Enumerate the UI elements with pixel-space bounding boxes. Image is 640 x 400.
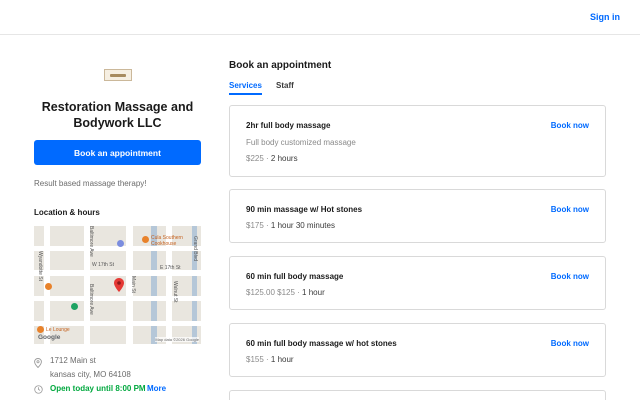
restaurant-icon (142, 236, 149, 243)
map-pin-icon (34, 358, 42, 368)
service-price: $155 · 1 hour (246, 355, 294, 364)
business-tagline: Result based massage therapy! (34, 179, 147, 188)
restaurant-icon (45, 283, 52, 290)
book-appointment-button[interactable]: Book an appointment (34, 140, 201, 165)
appointments-heading: Book an appointment (229, 60, 332, 71)
map-poi-icon (117, 240, 124, 247)
sign-in-link[interactable]: Sign in (590, 12, 620, 22)
map-label-w17: W 17th St (92, 262, 114, 268)
service-name: 90 min massage w/ Hot stones (246, 205, 363, 214)
service-card[interactable]: 2hr full body massage Full body customiz… (229, 105, 606, 177)
map-poi-lounge: Le Lounge (46, 327, 70, 333)
book-now-button[interactable]: Book now (551, 272, 589, 281)
address-line-2: kansas city, MO 64108 (50, 370, 131, 379)
map-road (34, 321, 201, 326)
map-label-walnut: Walnut St (172, 281, 178, 303)
map-attribution: Map data ©2026 Google (155, 337, 199, 342)
map-label-grand: Grand Blvd (192, 236, 198, 262)
map-label-main: Main St (130, 276, 136, 293)
service-card[interactable] (229, 390, 606, 400)
map-label-e17: E 17th St (160, 265, 181, 271)
location-hours-heading: Location & hours (34, 208, 100, 217)
location-map[interactable]: W 17th St E 17th St Main St Baltimore Av… (34, 226, 201, 344)
location-pin-icon (114, 278, 124, 292)
service-card[interactable]: 60 min full body massage w/ hot stones $… (229, 323, 606, 377)
bar-icon (37, 326, 44, 333)
map-poi-cafe-2: Cookhouse (151, 241, 177, 247)
business-name: Restoration Massage and Bodywork LLC (41, 100, 194, 130)
service-name: 60 min full body massage w/ hot stones (246, 339, 397, 348)
map-label-baltimore-2: Baltimore Ave (88, 284, 94, 315)
business-logo (104, 69, 132, 81)
service-price: $125.00 $125 · 1 hour (246, 288, 325, 297)
service-description: Full body customized massage (246, 138, 356, 147)
top-bar: Sign in (0, 0, 640, 35)
service-price: $175 · 1 hour 30 minutes (246, 221, 335, 230)
service-price: $225 · 2 hours (246, 154, 298, 163)
service-card[interactable]: 60 min full body massage $125.00 $125 · … (229, 256, 606, 310)
book-now-button[interactable]: Book now (551, 339, 589, 348)
tab-staff[interactable]: Staff (276, 81, 294, 93)
book-now-button[interactable]: Book now (551, 205, 589, 214)
more-hours-link[interactable]: More (147, 384, 166, 393)
open-hours-status: Open today until 8:00 PM (50, 384, 146, 393)
address-line-1: 1712 Main st (50, 356, 96, 365)
service-name: 60 min full body massage (246, 272, 344, 281)
clock-icon (34, 385, 43, 394)
book-now-button[interactable]: Book now (551, 121, 589, 130)
google-logo: Google (38, 334, 61, 341)
park-icon (71, 303, 78, 310)
tab-services[interactable]: Services (229, 81, 262, 95)
service-name: 2hr full body massage (246, 121, 331, 130)
map-label-wyandotte: Wyandotte St (37, 251, 43, 281)
service-card[interactable]: 90 min massage w/ Hot stones $175 · 1 ho… (229, 189, 606, 243)
map-label-baltimore-1: Baltimore Ave (88, 226, 94, 257)
